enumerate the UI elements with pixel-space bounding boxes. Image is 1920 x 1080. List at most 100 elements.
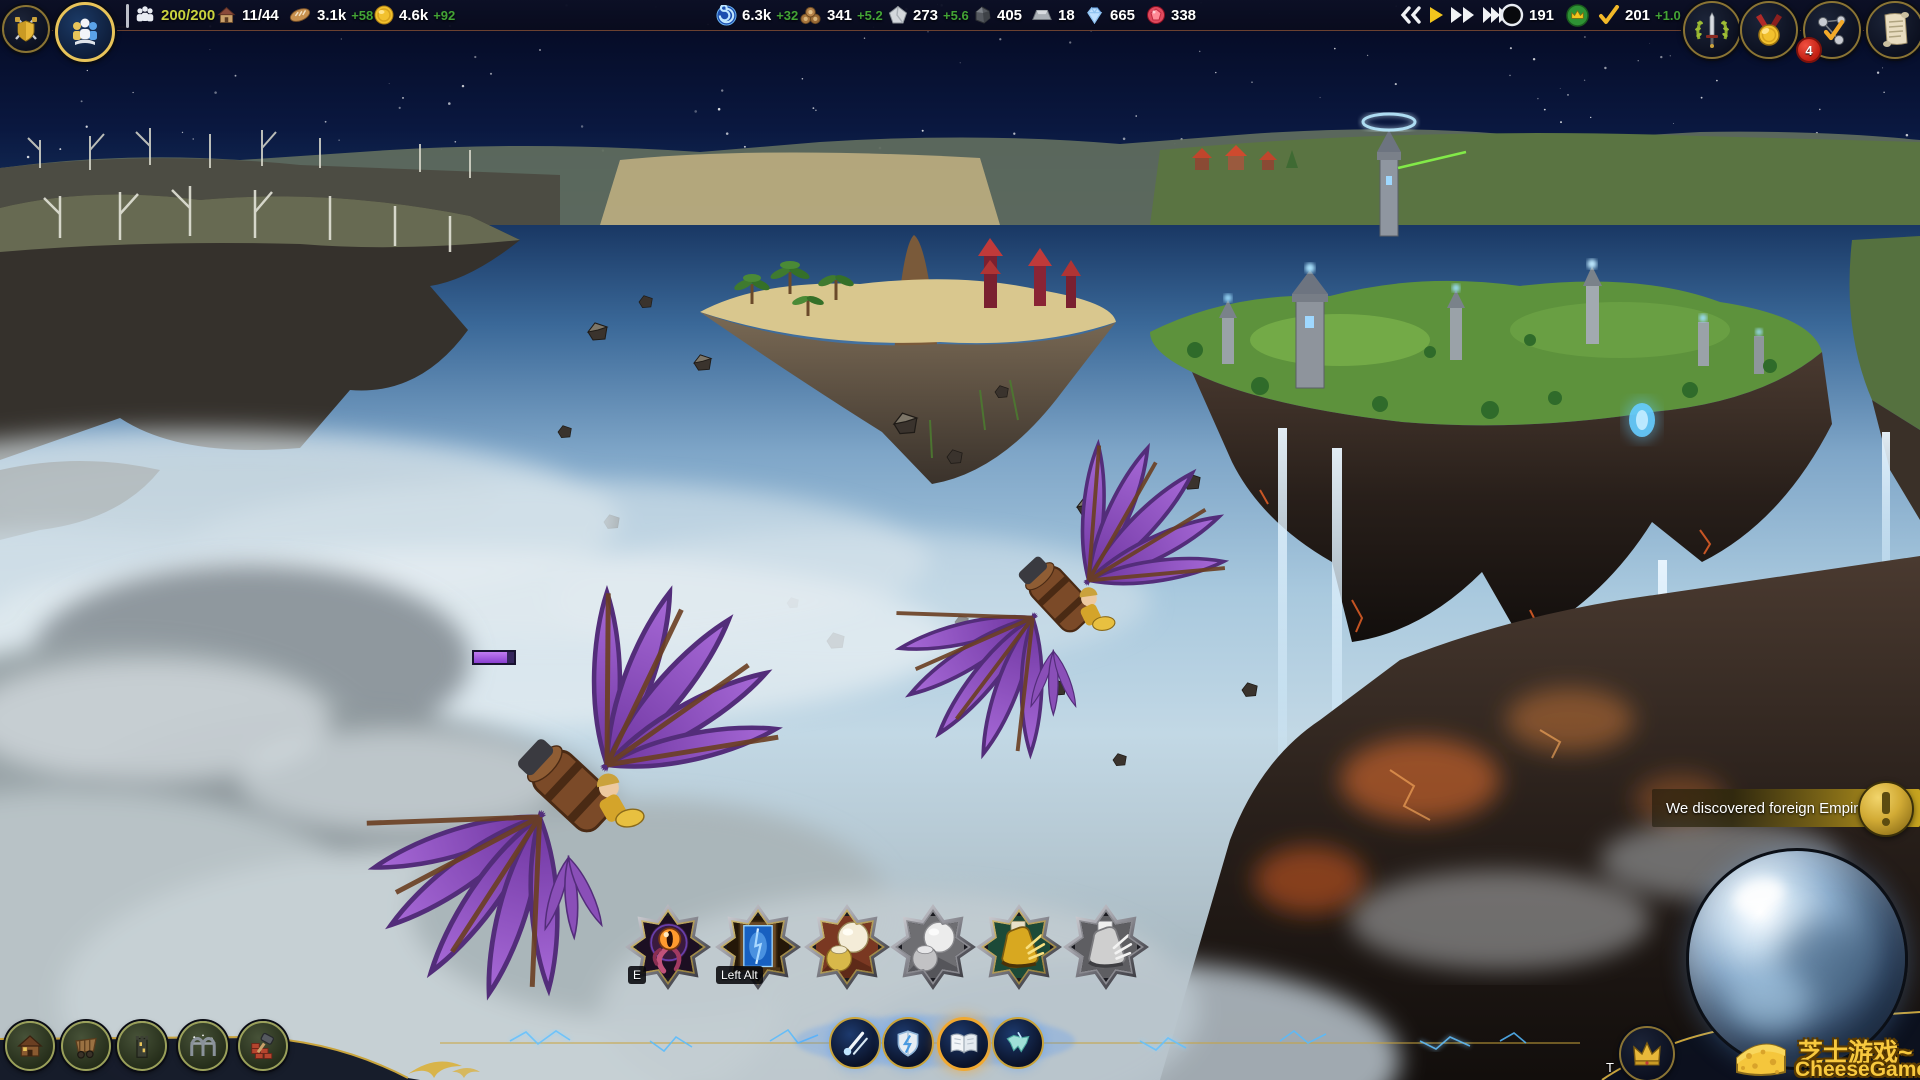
cheese-icon	[1733, 1032, 1789, 1078]
kingdom-crown-button[interactable]	[1619, 1026, 1675, 1080]
house-icon	[216, 5, 237, 26]
haste-orbs-spell-icon	[816, 916, 878, 978]
diplomacy-people-icon	[67, 14, 103, 50]
objectives-badge: 4	[1796, 37, 1822, 63]
winged-boots-spell-icon	[988, 916, 1050, 978]
resource-rubies: 338	[1146, 0, 1196, 30]
resource-diamonds: 665	[1084, 0, 1135, 30]
logs-icon	[799, 5, 822, 25]
exclamation-icon[interactable]	[1858, 781, 1914, 837]
spell-slot-haste-orbs[interactable]	[804, 904, 890, 990]
hotkey-label: Left Alt	[716, 966, 763, 984]
food-delta: +58	[351, 8, 373, 23]
house-build-icon	[15, 1031, 45, 1061]
dark-ore-value: 405	[997, 7, 1022, 24]
shield-spell-icon	[893, 1028, 923, 1058]
resource-stone: 273 +5.6	[888, 0, 969, 30]
speed-fast-button[interactable]	[1450, 0, 1476, 30]
build-industry-button[interactable]	[61, 1021, 111, 1071]
cart-icon	[71, 1031, 101, 1061]
top-resource-bar: 200/200 11/44 3.1k +58 4.6k +92 6.3k +32…	[0, 0, 1920, 31]
rewind-icon	[1400, 6, 1422, 24]
shield-swords-icon	[11, 14, 41, 44]
iron-ingot-icon	[1031, 6, 1053, 24]
speed-play-button[interactable]	[1428, 0, 1444, 30]
resource-dark-ore: 405	[972, 0, 1022, 30]
category-defense-spells[interactable]	[882, 1017, 934, 1069]
resource-mana: 6.3k +32	[716, 0, 798, 30]
fast-forward-icon	[1450, 6, 1476, 24]
spell-slot-winged-boots-cooldown[interactable]	[1063, 904, 1149, 990]
wood-delta: +5.2	[857, 8, 883, 23]
category-terrain-spells[interactable]	[992, 1017, 1044, 1069]
resource-iron: 18	[1031, 0, 1075, 30]
speed-slow-button[interactable]	[1400, 0, 1422, 30]
spell-slot-haste-orbs-cooldown[interactable]	[890, 904, 976, 990]
mana-delta: +32	[776, 8, 798, 23]
rubies-value: 338	[1171, 7, 1196, 24]
day-counter-value: 191	[1529, 7, 1554, 24]
terraform-icon	[1003, 1028, 1033, 1058]
bridge-icon	[188, 1031, 218, 1061]
day-counter: 191	[1500, 0, 1554, 30]
sword-laurel-icon	[1693, 11, 1731, 49]
score-delta: +1.0	[1655, 8, 1681, 23]
category-attack-spells[interactable]	[829, 1017, 881, 1069]
eye-tentacle-spell-icon	[637, 916, 699, 978]
score-value: 201	[1625, 7, 1650, 24]
comet-icon	[840, 1028, 870, 1058]
open-book-icon	[948, 1029, 980, 1059]
resource-houses: 11/44	[216, 0, 279, 30]
resource-wood: 341 +5.2	[799, 0, 883, 30]
crown-icon	[1566, 4, 1589, 27]
population-icon	[134, 4, 156, 26]
stone-value: 273	[913, 7, 938, 24]
diamonds-value: 665	[1110, 7, 1135, 24]
play-icon	[1428, 6, 1444, 24]
food-value: 3.1k	[317, 7, 346, 24]
mana-value: 6.3k	[742, 7, 771, 24]
ruby-icon	[1146, 5, 1166, 25]
resource-population: 200/200	[134, 0, 215, 30]
stone-delta: +5.6	[943, 8, 969, 23]
score-indicator: 201 +1.0	[1598, 0, 1681, 30]
build-walls-button[interactable]	[238, 1021, 288, 1071]
day-night-clock-icon	[1500, 3, 1524, 27]
iron-value: 18	[1058, 7, 1075, 24]
diplomacy-button[interactable]	[55, 2, 115, 62]
spell-slot-winged-boots[interactable]	[976, 904, 1062, 990]
build-bridge-button[interactable]	[178, 1021, 228, 1071]
stone-icon	[888, 5, 908, 25]
resource-gold: 4.6k +92	[374, 0, 455, 30]
population-value: 200/200	[161, 7, 215, 24]
quest-log-button[interactable]	[1866, 1, 1920, 59]
category-spellbook[interactable]	[937, 1017, 991, 1071]
medal-icon	[1751, 12, 1787, 48]
crown-hotkey-label: T	[1606, 1060, 1614, 1075]
diamond-icon	[1084, 6, 1105, 25]
scroll-icon	[1878, 11, 1912, 49]
crown-rank-badge	[1566, 0, 1589, 30]
unit-health-bar	[472, 650, 516, 665]
achievements-button[interactable]	[1740, 1, 1798, 59]
mana-swirl-icon	[716, 5, 737, 26]
build-housing-button[interactable]	[5, 1021, 55, 1071]
notification-banner[interactable]: We discovered foreign Empire!	[1652, 789, 1920, 827]
ore-icon	[972, 5, 992, 25]
build-military-button[interactable]	[117, 1021, 167, 1071]
military-rank-button[interactable]	[1683, 1, 1741, 59]
game-screen: 200/200 11/44 3.1k +58 4.6k +92 6.3k +32…	[0, 0, 1920, 1080]
checkmark-icon	[1598, 5, 1620, 25]
crown-icon	[1630, 1039, 1664, 1069]
coin-icon	[374, 5, 394, 25]
gold-delta: +92	[433, 8, 455, 23]
resource-food: 3.1k +58	[288, 0, 373, 30]
hotkey-label: E	[628, 966, 646, 984]
tower-icon	[127, 1031, 157, 1061]
divider	[126, 4, 129, 28]
watermark-site: CheeseGame.org	[1795, 1058, 1920, 1080]
haste-orbs-disabled-icon	[902, 916, 964, 978]
military-shield-button[interactable]	[2, 5, 50, 53]
winged-boots-disabled-icon	[1075, 916, 1137, 978]
wood-value: 341	[827, 7, 852, 24]
